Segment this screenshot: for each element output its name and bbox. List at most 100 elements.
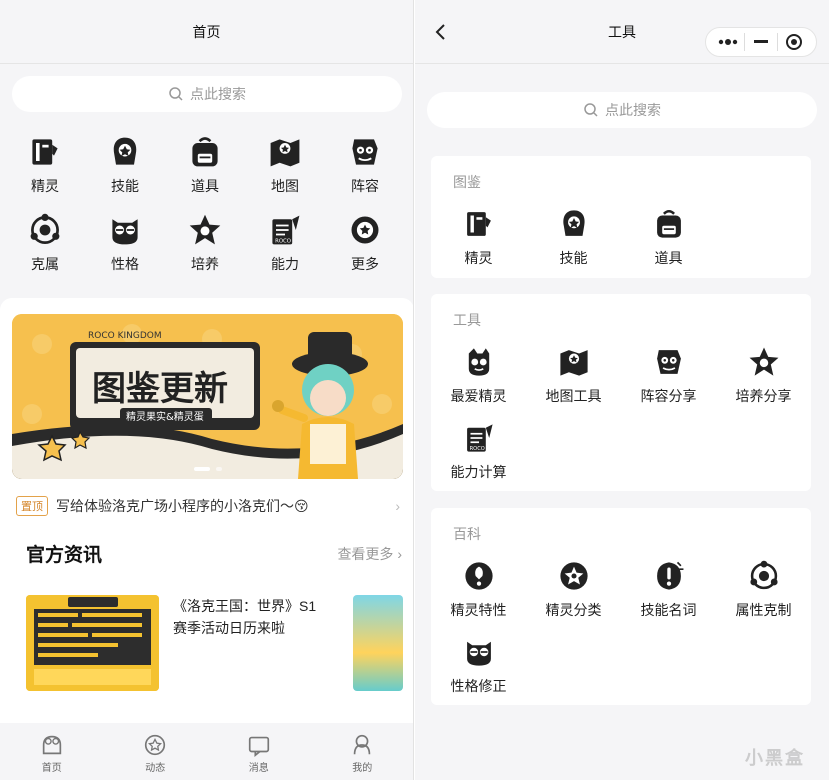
map-icon (265, 132, 305, 172)
search-input[interactable]: 点此搜索 (12, 76, 402, 112)
menu-button[interactable] (715, 29, 741, 55)
grid-item-label: 阵容 (351, 178, 379, 194)
grid-item-ability[interactable]: 能力计算 (431, 418, 526, 494)
grid-item-team[interactable]: 阵容 (325, 132, 405, 206)
tab-home[interactable]: 首页 (22, 731, 82, 774)
grid-item-star-grow[interactable]: 培养分享 (716, 342, 811, 418)
home-panel: 首页 点此搜索 精灵 技能 道具 地图 阵容克属 性格 培养 能力 更多 ROCO KINGDO… (0, 0, 414, 780)
book-icon (25, 132, 65, 172)
page-title: 首页 (192, 23, 221, 40)
element-cycle-icon (25, 210, 65, 250)
grid-item-ability[interactable]: 能力 (245, 210, 325, 284)
grid-item-skill-term[interactable]: 技能名词 (621, 556, 716, 632)
bottom-tabbar: 首页 动态 消息 我的 (0, 724, 413, 780)
team-icon (649, 342, 689, 382)
tools-panel: 工具 点此搜索 图鉴 精灵 技能 道具 工具 最爱精灵 地图工具 阵容分享 培养分享能力计… (415, 0, 829, 780)
more-dots-icon (719, 39, 738, 45)
banner-carousel[interactable]: ROCO KINGDOM 图鉴更新 精灵果实&精灵蛋 (12, 314, 403, 479)
tab-label: 我的 (352, 762, 373, 774)
carousel-dot[interactable] (215, 467, 222, 471)
grid-item-label: 培养 (191, 256, 219, 272)
grid-item-skill-badge[interactable]: 技能 (526, 204, 621, 280)
see-more-link[interactable]: 查看更多 › (337, 544, 402, 564)
map-icon (554, 342, 594, 382)
grid-item-label: 性格 (111, 256, 139, 272)
section-tools: 工具 最爱精灵 地图工具 阵容分享 培养分享能力计算 (431, 294, 811, 491)
home-shortcut-grid: 精灵 技能 道具 地图 阵容克属 性格 培养 能力 更多 (0, 132, 413, 284)
minimize-button[interactable] (748, 29, 774, 55)
page-title: 工具 (608, 23, 636, 40)
grid-item-label: 精灵分类 (545, 602, 602, 618)
grid-item-label: 属性克制 (735, 602, 792, 618)
search-input[interactable]: 点此搜索 (427, 92, 817, 128)
feed-icon (141, 731, 169, 759)
grid-item-map[interactable]: 地图工具 (526, 342, 621, 418)
news-thumbnail-next[interactable] (353, 595, 403, 691)
grid-item-label: 道具 (654, 250, 683, 266)
backpack-icon (649, 204, 689, 244)
section-grid: 精灵 技能 道具 (431, 204, 811, 280)
grid-item-label: 技能 (559, 250, 588, 266)
search-placeholder: 点此搜索 (190, 86, 246, 102)
favorite-pet-icon (459, 342, 499, 382)
grid-item-team[interactable]: 阵容分享 (621, 342, 716, 418)
grid-item-backpack[interactable]: 道具 (165, 132, 245, 206)
back-button[interactable] (429, 20, 453, 44)
pinned-tag: 置顶 (16, 496, 48, 516)
skill-term-icon (649, 556, 689, 596)
tab-profile[interactable]: 我的 (332, 731, 392, 774)
grid-item-label: 地图工具 (545, 388, 602, 404)
banner-headline: 图鉴更新 (92, 369, 228, 409)
grid-item-star-grow[interactable]: 培养 (165, 210, 245, 284)
grid-item-label: 最爱精灵 (450, 388, 507, 404)
skill-badge-icon (105, 132, 145, 172)
see-more-label: 查看更多 (337, 545, 394, 562)
grid-item-label: 技能 (111, 178, 139, 194)
watermark: 小黑盒 (745, 748, 805, 768)
carousel-dots (193, 467, 222, 471)
grid-item-book[interactable]: 精灵 (431, 204, 526, 280)
grid-item-label: 培养分享 (735, 388, 792, 404)
grid-item-map[interactable]: 地图 (245, 132, 325, 206)
grid-item-element-cycle[interactable]: 克属 (5, 210, 85, 284)
grid-item-favorite-pet[interactable]: 最爱精灵 (431, 342, 526, 418)
grid-item-skill-badge[interactable]: 技能 (85, 132, 165, 206)
backpack-icon (185, 132, 225, 172)
home-navbar: 首页 (0, 0, 413, 64)
news-item[interactable]: 《洛克王国：世界》S1赛季活动日历来啦 (26, 595, 406, 691)
grid-item-label: 精灵 (31, 178, 59, 194)
search-icon (583, 102, 599, 118)
minus-icon (753, 40, 768, 43)
grid-item-backpack[interactable]: 道具 (621, 204, 716, 280)
news-title: 官方资讯 (26, 540, 102, 571)
pinned-notice[interactable]: 置顶 写给体验洛克广场小程序的小洛克们～😚 › (16, 496, 400, 516)
grid-item-label: 性格修正 (450, 678, 507, 694)
close-button[interactable] (781, 29, 807, 55)
grid-item-owl[interactable]: 性格修正 (431, 632, 526, 708)
grid-item-element-cycle[interactable]: 属性克制 (716, 556, 811, 632)
tab-message[interactable]: 消息 (229, 731, 289, 774)
book-icon (459, 204, 499, 244)
tab-label: 消息 (248, 762, 269, 774)
grid-item-trait[interactable]: 精灵特性 (431, 556, 526, 632)
news-thumbnail (26, 595, 159, 691)
grid-item-label: 精灵特性 (450, 602, 507, 618)
more-icon (345, 210, 385, 250)
grid-item-book[interactable]: 精灵 (5, 132, 85, 206)
section-pokedex: 图鉴 精灵 技能 道具 (431, 156, 811, 278)
grid-item-label: 道具 (191, 178, 219, 194)
grid-item-label: 地图 (271, 178, 299, 194)
grid-item-label: 精灵 (464, 250, 493, 266)
section-grid: 精灵特性 精灵分类 技能名词 属性克制性格修正 (431, 556, 811, 708)
section-title: 图鉴 (453, 174, 481, 190)
capsule-divider (744, 33, 746, 51)
grid-item-label: 技能名词 (640, 602, 697, 618)
section-title: 工具 (453, 312, 481, 328)
tab-feed[interactable]: 动态 (125, 731, 185, 774)
search-icon (168, 86, 184, 102)
carousel-dot-active[interactable] (193, 467, 210, 471)
grid-item-category[interactable]: 精灵分类 (526, 556, 621, 632)
grid-item-more[interactable]: 更多 (325, 210, 405, 284)
grid-item-owl[interactable]: 性格 (85, 210, 165, 284)
trait-icon (459, 556, 499, 596)
